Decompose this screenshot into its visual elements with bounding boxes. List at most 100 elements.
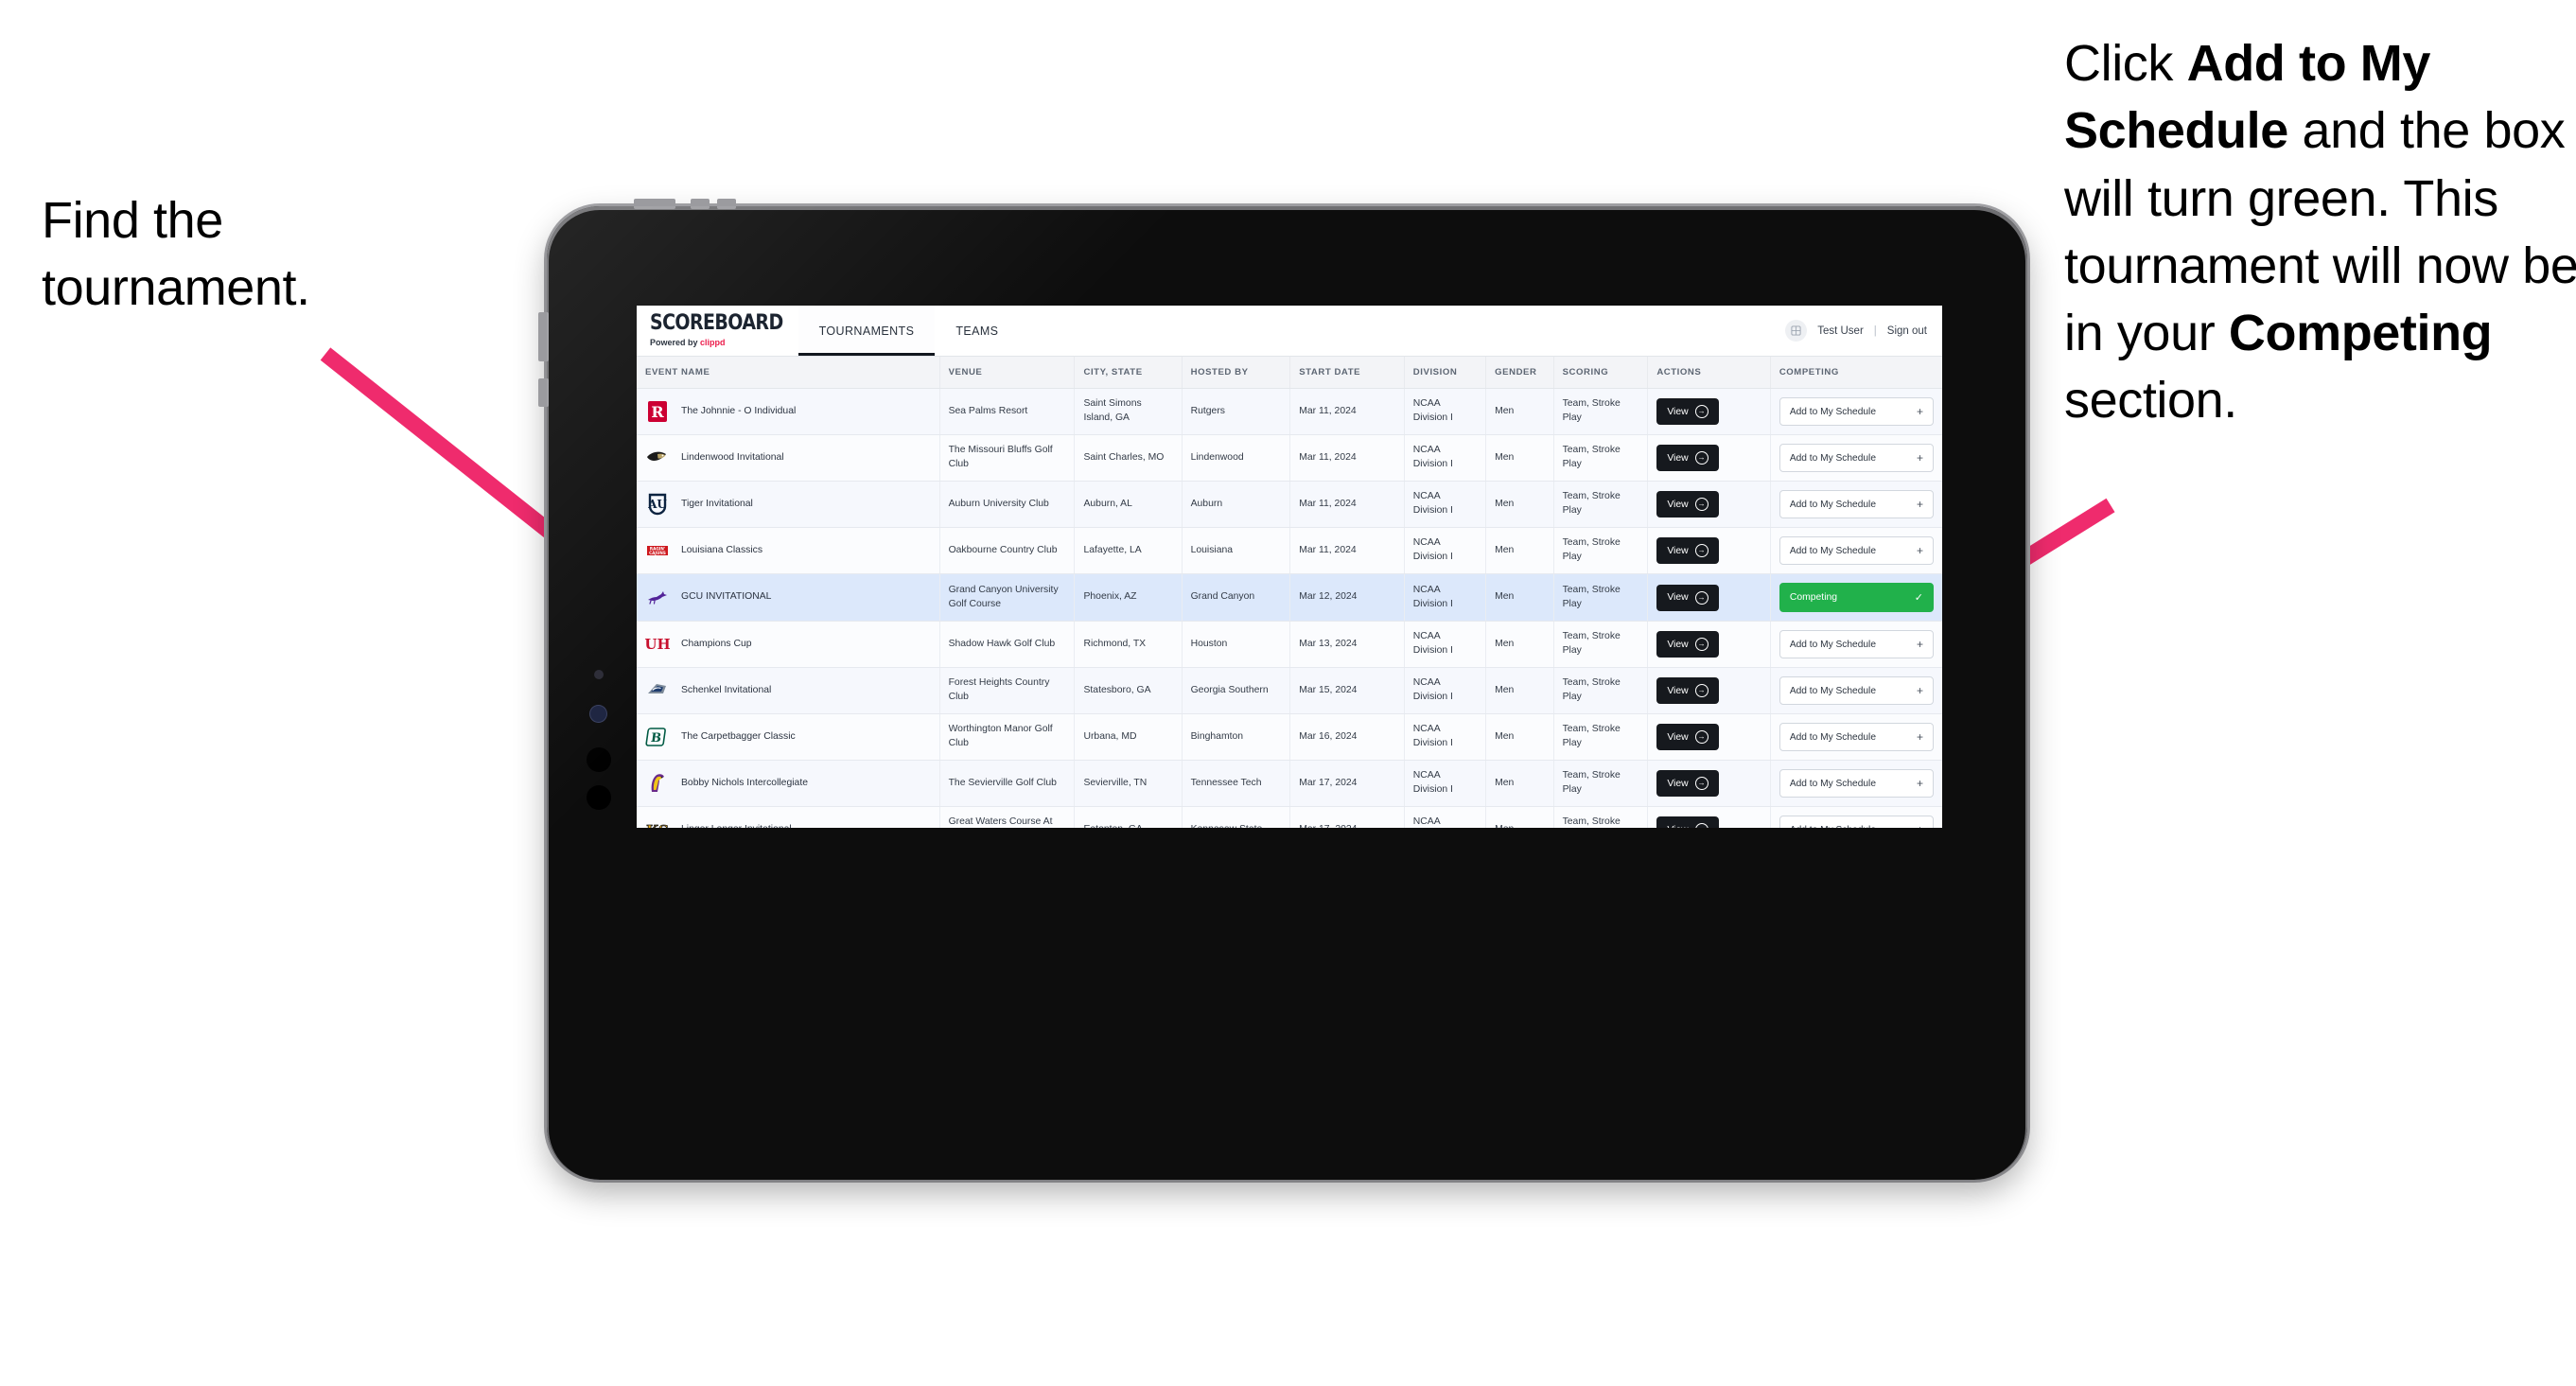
tab-tournaments-label: TOURNAMENTS bbox=[818, 324, 915, 338]
cell-division: NCAA Division I bbox=[1404, 573, 1487, 622]
table-row[interactable]: GCU INVITATIONAL Grand Canyon University … bbox=[637, 573, 1942, 622]
add-to-my-schedule-button[interactable]: Add to My Schedule + bbox=[1779, 536, 1934, 565]
cell-scoring: Team, Stroke Play bbox=[1553, 527, 1649, 574]
cell-start-date: Mar 16, 2024 bbox=[1289, 713, 1405, 761]
competing-label: Competing bbox=[1789, 592, 1838, 603]
cell-actions: View → bbox=[1647, 806, 1771, 828]
annotation-right-part3: section. bbox=[2064, 372, 2237, 430]
table-row[interactable]: RAGIN' CAJUNS Louisiana Classics Oakbourne … bbox=[637, 527, 1942, 574]
view-button[interactable]: View → bbox=[1656, 445, 1719, 471]
annotation-add-to-schedule: Click Add to My Schedule and the box wil… bbox=[2064, 30, 2576, 435]
table-row[interactable]: KS Linger Longer Invitational Great Waters… bbox=[637, 806, 1942, 828]
table-row[interactable]: Bobby Nichols Intercollegiate The Sevierv… bbox=[637, 760, 1942, 807]
plus-icon: + bbox=[1916, 544, 1923, 557]
add-to-my-schedule-label: Add to My Schedule bbox=[1789, 685, 1876, 696]
cell-hosted-by: Grand Canyon bbox=[1182, 573, 1291, 622]
view-button[interactable]: View → bbox=[1656, 770, 1719, 797]
cell-event-name: Schenkel Invitational bbox=[637, 667, 940, 714]
view-button[interactable]: View → bbox=[1656, 724, 1719, 750]
cell-city-state: Lafayette, LA bbox=[1074, 527, 1183, 574]
col-start-date: START DATE bbox=[1289, 357, 1405, 389]
event-name-label: Louisiana Classics bbox=[681, 544, 763, 555]
competing-badge[interactable]: Competing ✓ bbox=[1779, 583, 1934, 612]
plus-icon: + bbox=[1916, 684, 1923, 697]
brand-subtitle: Powered by clippd bbox=[650, 338, 783, 347]
svg-text:UH: UH bbox=[645, 636, 670, 653]
add-to-my-schedule-label: Add to My Schedule bbox=[1789, 778, 1876, 789]
cell-event-name: RAGIN' CAJUNS Louisiana Classics bbox=[637, 527, 940, 574]
view-button-label: View bbox=[1667, 592, 1689, 603]
cell-scoring: Team, Stroke Play bbox=[1553, 806, 1649, 828]
annotation-right-part1: Click bbox=[2064, 35, 2187, 92]
view-button[interactable]: View → bbox=[1656, 398, 1719, 425]
table-row[interactable]: R The Johnnie - O Individual Sea Palms Res… bbox=[637, 388, 1942, 435]
add-to-my-schedule-button[interactable]: Add to My Schedule + bbox=[1779, 723, 1934, 751]
cell-hosted-by: Kennesaw State bbox=[1182, 806, 1291, 828]
cell-division: NCAA Division I bbox=[1404, 481, 1487, 528]
cell-city-state: Statesboro, GA bbox=[1074, 667, 1183, 714]
side-button-lower[interactable] bbox=[538, 378, 549, 407]
georgia-southern-logo bbox=[645, 678, 670, 703]
tournaments-table-container[interactable]: EVENT NAME VENUE CITY, STATE HOSTED BY S… bbox=[637, 357, 1942, 828]
add-to-my-schedule-label: Add to My Schedule bbox=[1789, 406, 1876, 417]
lindenwood-logo bbox=[645, 446, 670, 470]
arrow-right-circle-icon: → bbox=[1694, 684, 1709, 697]
cell-division: NCAA Division I bbox=[1404, 434, 1487, 482]
view-button[interactable]: View → bbox=[1656, 491, 1719, 518]
add-to-my-schedule-button[interactable]: Add to My Schedule + bbox=[1779, 397, 1934, 426]
volume-down-button[interactable] bbox=[717, 199, 736, 209]
cell-scoring: Team, Stroke Play bbox=[1553, 388, 1649, 435]
annotation-find-tournament: Find the tournament. bbox=[42, 187, 486, 323]
signout-link[interactable]: Sign out bbox=[1887, 325, 1927, 337]
view-button[interactable]: View → bbox=[1656, 537, 1719, 564]
avatar[interactable] bbox=[1785, 320, 1808, 342]
cell-actions: View → bbox=[1647, 713, 1771, 761]
cell-competing: Add to My Schedule + bbox=[1770, 667, 1942, 714]
table-row[interactable]: B The Carpetbagger Classic Worthington Man… bbox=[637, 713, 1942, 761]
view-button[interactable]: View → bbox=[1656, 677, 1719, 704]
cell-venue: Grand Canyon University Golf Course bbox=[939, 573, 1076, 622]
cell-scoring: Team, Stroke Play bbox=[1553, 481, 1649, 528]
view-button[interactable]: View → bbox=[1656, 631, 1719, 658]
tab-teams[interactable]: TEAMS bbox=[935, 306, 1019, 356]
cell-gender: Men bbox=[1485, 434, 1554, 482]
cell-event-name: B The Carpetbagger Classic bbox=[637, 713, 940, 761]
view-button[interactable]: View → bbox=[1656, 816, 1719, 828]
table-row[interactable]: Lindenwood Invitational The Missouri Bluf… bbox=[637, 434, 1942, 482]
event-name-label: Linger Longer Invitational bbox=[681, 823, 792, 828]
cell-competing: Add to My Schedule + bbox=[1770, 806, 1942, 828]
volume-up-button[interactable] bbox=[691, 199, 710, 209]
add-to-my-schedule-button[interactable]: Add to My Schedule + bbox=[1779, 676, 1934, 705]
arrow-right-circle-icon: → bbox=[1694, 498, 1709, 511]
arrow-right-circle-icon: → bbox=[1694, 777, 1709, 790]
add-to-my-schedule-label: Add to My Schedule bbox=[1789, 452, 1876, 464]
binghamton-logo: B bbox=[645, 725, 670, 749]
add-to-my-schedule-button[interactable]: Add to My Schedule + bbox=[1779, 769, 1934, 798]
table-row[interactable]: UH Champions Cup Shadow Hawk Golf Club Rich… bbox=[637, 621, 1942, 668]
brand-title: SCOREBOARD bbox=[650, 309, 783, 335]
arrow-right-circle-icon: → bbox=[1694, 451, 1709, 465]
cell-hosted-by: Tennessee Tech bbox=[1182, 760, 1291, 807]
cell-venue: Shadow Hawk Golf Club bbox=[939, 621, 1076, 668]
cell-venue: Forest Heights Country Club bbox=[939, 667, 1076, 714]
add-to-my-schedule-button[interactable]: Add to My Schedule + bbox=[1779, 630, 1934, 658]
tab-tournaments[interactable]: TOURNAMENTS bbox=[797, 306, 936, 356]
cell-competing: Add to My Schedule + bbox=[1770, 621, 1942, 668]
tournaments-table: EVENT NAME VENUE CITY, STATE HOSTED BY S… bbox=[637, 357, 1942, 828]
table-row[interactable]: AU Tiger Invitational Auburn University Cl… bbox=[637, 481, 1942, 528]
cell-scoring: Team, Stroke Play bbox=[1553, 667, 1649, 714]
add-to-my-schedule-button[interactable]: Add to My Schedule + bbox=[1779, 444, 1934, 472]
view-button[interactable]: View → bbox=[1656, 584, 1719, 611]
louisiana-logo: RAGIN' CAJUNS bbox=[645, 538, 670, 563]
cell-actions: View → bbox=[1647, 573, 1771, 622]
cell-gender: Men bbox=[1485, 760, 1554, 807]
cell-start-date: Mar 12, 2024 bbox=[1289, 573, 1405, 622]
add-to-my-schedule-button[interactable]: Add to My Schedule + bbox=[1779, 816, 1934, 828]
side-button-upper[interactable] bbox=[538, 312, 549, 361]
power-button[interactable] bbox=[634, 199, 675, 209]
add-to-my-schedule-button[interactable]: Add to My Schedule + bbox=[1779, 490, 1934, 518]
cell-city-state: Saint Charles, MO bbox=[1074, 434, 1183, 482]
cell-competing: Add to My Schedule + bbox=[1770, 388, 1942, 435]
brand-logo[interactable]: SCOREBOARD Powered by clippd bbox=[637, 306, 798, 356]
table-row[interactable]: Schenkel Invitational Forest Heights Coun… bbox=[637, 667, 1942, 714]
